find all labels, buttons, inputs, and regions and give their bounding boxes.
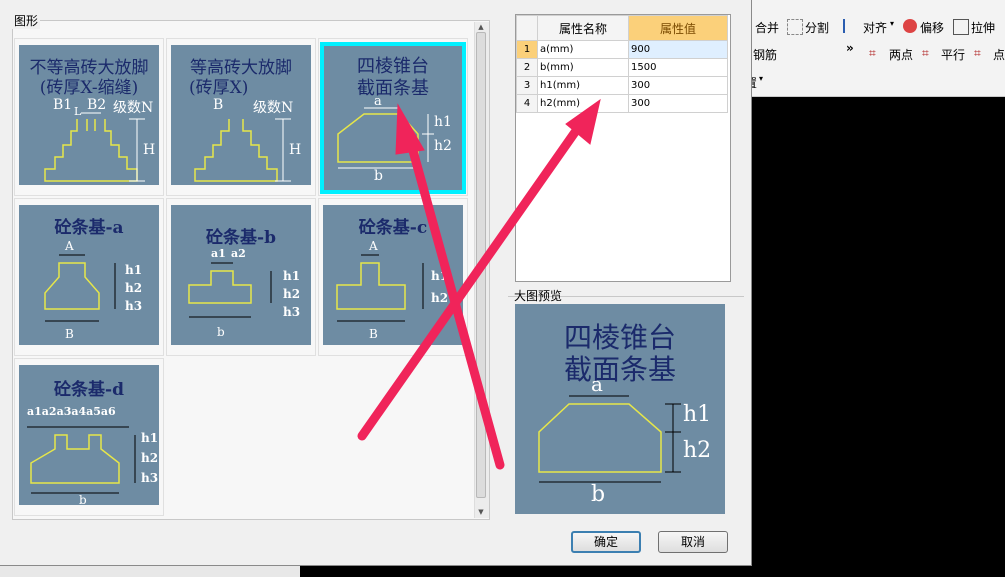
property-name: h2(mm) — [537, 94, 629, 113]
chevron-down-icon[interactable]: ▾ — [890, 19, 894, 28]
scroll-up-icon[interactable]: ▲ — [474, 22, 488, 32]
row-number: 4 — [516, 94, 538, 113]
property-value-input[interactable]: 1500 — [628, 58, 728, 77]
background-toolbar: 合并 分割 对齐 ▾ 偏移 拉伸 钢筋 » ⌗ 两点 ⌗ 平行 ⌗ 点 置 ▾ — [745, 0, 1005, 97]
chevron-down-icon[interactable]: ▾ — [759, 74, 763, 83]
stretch-tool[interactable]: 拉伸 — [971, 19, 995, 36]
property-row[interactable]: 1 a(mm) 900 — [516, 40, 728, 59]
shape-drawing — [188, 262, 272, 318]
property-row[interactable]: 3 h1(mm) 300 — [516, 76, 728, 95]
shape-thumbnail: 四棱锥台 截面条基 a h1 h2 b — [320, 42, 466, 194]
large-preview: 四棱锥台 截面条基 a h1 h2 b — [515, 304, 725, 514]
shape-concrete-d[interactable]: 砼条基-d a1a2a3a4a5a6 h1 h2 h3 b — [14, 358, 164, 516]
stretch-icon — [953, 19, 969, 35]
property-name: b(mm) — [537, 58, 629, 77]
row-number: 1 — [516, 40, 538, 59]
point-icon: ⌗ — [974, 46, 981, 60]
shape-thumbnail: 砼条基-b a1 a2 h1 h2 h3 b — [171, 205, 311, 345]
split-tool[interactable]: 分割 — [805, 19, 829, 36]
cancel-button[interactable]: 取消 — [658, 531, 728, 553]
property-value-header: 属性值 — [628, 15, 728, 41]
align-tool[interactable]: 对齐 — [863, 19, 887, 36]
property-name: a(mm) — [537, 40, 629, 59]
parallel-tool[interactable]: 平行 — [941, 46, 965, 63]
shape-group-label: 图形 — [12, 12, 41, 29]
property-value-input[interactable]: 900 — [628, 40, 728, 59]
dim-label: h1 — [683, 402, 712, 427]
more-chevron-icon[interactable]: » — [846, 41, 854, 55]
point-tool[interactable]: 点 — [993, 46, 1005, 63]
shape-brick-unequal[interactable]: 不等高砖大放脚 (砖厚X-缩缝) B1 L B2 级数N H — [14, 38, 164, 196]
property-header-row: 属性名称 属性值 — [516, 15, 728, 41]
shape-drawing — [337, 107, 434, 169]
dim-label: a — [591, 372, 603, 396]
shape-thumbnail: 砼条基-c A h1 h2 B — [323, 205, 463, 345]
shape-thumbnail: 等高砖大放脚 (砖厚X) B 级数N H — [171, 45, 311, 185]
shape-concrete-c[interactable]: 砼条基-c A h1 h2 B — [318, 198, 468, 356]
property-row[interactable]: 4 h2(mm) 300 — [516, 94, 728, 113]
property-name: h1(mm) — [537, 76, 629, 95]
shape-drawing — [44, 254, 116, 322]
dim-label: h2 — [683, 438, 712, 463]
background-statusbar — [0, 565, 300, 577]
align-icon — [843, 19, 859, 33]
property-table: 属性名称 属性值 1 a(mm) 900 2 b(mm) 1500 3 h1(m… — [516, 15, 728, 113]
rebar-tool[interactable]: 钢筋 — [753, 46, 777, 63]
shape-thumbnail: 砼条基-d a1a2a3a4a5a6 h1 h2 h3 b — [19, 365, 159, 505]
scroll-down-icon[interactable]: ▼ — [474, 507, 488, 517]
preview-label: 大图预览 — [514, 289, 563, 303]
parallel-icon: ⌗ — [922, 46, 929, 60]
shape-thumbnail: 不等高砖大放脚 (砖厚X-缩缝) B1 L B2 级数N H — [19, 45, 159, 185]
shape-thumbnail: 砼条基-a A h1 h2 h3 B — [19, 205, 159, 345]
shape-concrete-a[interactable]: 砼条基-a A h1 h2 h3 B — [14, 198, 164, 356]
offset-icon — [903, 19, 917, 33]
shape-drawing — [336, 254, 424, 322]
two-point-tool[interactable]: 两点 — [889, 46, 913, 63]
property-row[interactable]: 2 b(mm) 1500 — [516, 58, 728, 77]
shape-drawing — [194, 118, 291, 182]
merge-tool[interactable]: 合并 — [755, 19, 779, 36]
property-value-input[interactable]: 300 — [628, 76, 728, 95]
shape-concrete-b[interactable]: 砼条基-b a1 a2 h1 h2 h3 b — [166, 198, 316, 356]
shape-brick-equal[interactable]: 等高砖大放脚 (砖厚X) B 级数N H — [166, 38, 316, 196]
offset-tool[interactable]: 偏移 — [920, 19, 944, 36]
scrollbar-thumb[interactable] — [476, 32, 486, 498]
row-number: 3 — [516, 76, 538, 95]
property-name-header: 属性名称 — [537, 15, 629, 41]
shape-drawing — [44, 112, 145, 182]
two-point-icon: ⌗ — [869, 46, 876, 60]
row-number: 2 — [516, 58, 538, 77]
dim-label: b — [591, 482, 606, 507]
shape-pyramid-strip[interactable]: 四棱锥台 截面条基 a h1 h2 b — [318, 38, 468, 196]
preview-subtitle: 截面条基 — [563, 353, 676, 386]
row-number-header — [516, 15, 538, 41]
shape-drawing — [27, 426, 136, 494]
split-icon — [787, 19, 803, 35]
ok-button[interactable]: 确定 — [571, 531, 641, 553]
property-value-input[interactable]: 300 — [628, 94, 728, 113]
